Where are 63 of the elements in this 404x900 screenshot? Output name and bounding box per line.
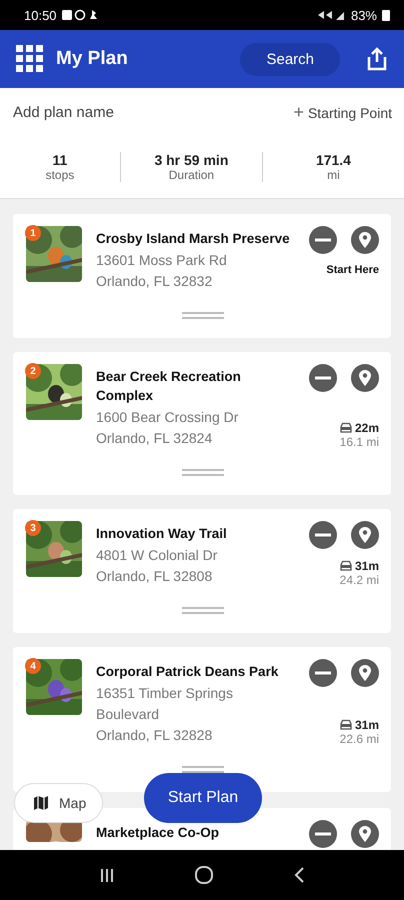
drag-handle-icon[interactable] <box>182 607 224 615</box>
start-here-label: Start Here <box>326 264 379 276</box>
stat-label: Duration <box>168 168 214 182</box>
stop-name: Marketplace Co-Op <box>96 824 220 842</box>
stop-name: Innovation Way Trail <box>96 525 228 543</box>
back-icon[interactable] <box>292 866 305 884</box>
remove-icon[interactable] <box>309 659 337 687</box>
stop-number-badge: 4 <box>25 658 41 674</box>
location-pin-icon[interactable] <box>351 364 379 392</box>
stop-card[interactable]: 3 Innovation Way Trail 4801 W Colonial Dr Orlando, FL 32808 31m 24.2 mi <box>13 509 391 633</box>
drive-time: 22m <box>354 421 379 435</box>
drive-time: 31m <box>354 559 379 573</box>
stop-address: 16351 Timber Springs Boulevard <box>96 684 234 724</box>
drag-handle-icon[interactable] <box>182 766 224 774</box>
remove-icon[interactable] <box>309 521 337 549</box>
remove-icon[interactable] <box>309 820 337 848</box>
stop-address: 4801 W Colonial Dr <box>96 546 218 565</box>
location-pin-icon[interactable] <box>351 226 379 254</box>
status-time: 10:50 <box>24 8 57 22</box>
stop-name: Crosby Island Marsh Preserve <box>96 230 291 248</box>
stop-address: Orlando, FL 32832 <box>96 272 214 291</box>
stop-address: Orlando, FL 32808 <box>96 567 214 586</box>
stat-value: 171.4 <box>316 152 351 168</box>
plan-name-field[interactable]: Add plan name <box>13 104 114 120</box>
menu-icon[interactable] <box>16 45 44 73</box>
page-title: My Plan <box>56 48 128 70</box>
remove-icon[interactable] <box>309 226 337 254</box>
stop-name: Corporal Patrick Deans Park <box>96 663 280 681</box>
stop-address: 13601 Moss Park Rd <box>96 251 228 270</box>
stop-number-badge: 3 <box>25 520 41 536</box>
start-plan-button[interactable]: Start Plan <box>144 773 262 823</box>
signal-icon <box>316 9 346 21</box>
map-button[interactable]: Map <box>14 783 104 823</box>
stop-card[interactable]: 1 Crosby Island Marsh Preserve 13601 Moss Park Rd Orlando, FL 32832 Start Here <box>13 214 391 338</box>
location-pin-icon[interactable] <box>351 820 379 848</box>
drive-distance: 16.1 mi <box>340 435 379 449</box>
drag-handle-icon[interactable] <box>182 469 224 477</box>
home-icon[interactable] <box>194 865 214 885</box>
drive-time: 31m <box>354 718 379 732</box>
battery-level: 83% <box>350 8 377 22</box>
stop-number-badge: 1 <box>25 225 41 241</box>
stop-name: Bear Creek Recreation Complex <box>96 368 242 405</box>
stop-address: Orlando, FL 32824 <box>96 429 214 448</box>
stop-number-badge: 2 <box>25 363 41 379</box>
stat-value: 11 <box>52 152 68 168</box>
location-pin-icon[interactable] <box>351 659 379 687</box>
stat-label: mi <box>327 168 340 182</box>
search-button[interactable]: Search <box>240 42 340 76</box>
drive-distance: 24.2 mi <box>340 573 379 587</box>
map-icon <box>33 795 49 811</box>
recent-apps-icon[interactable] <box>99 867 116 883</box>
stop-address: Orlando, FL 32828 <box>96 726 214 745</box>
stat-value: 3 hr 59 min <box>154 152 228 168</box>
remove-icon[interactable] <box>309 364 337 392</box>
stop-address: 1600 Bear Crossing Dr <box>96 408 240 427</box>
stop-card[interactable]: 2 Bear Creek Recreation Complex 1600 Bear Crossing Dr Orlando, FL 32824 22m 16.1 mi <box>13 352 391 495</box>
drag-handle-icon[interactable] <box>182 312 224 320</box>
starting-point-button[interactable]: + Starting Point <box>294 102 392 122</box>
battery-icon <box>382 9 390 21</box>
share-icon[interactable] <box>366 47 388 71</box>
location-pin-icon[interactable] <box>351 521 379 549</box>
drive-distance: 22.6 mi <box>340 732 379 746</box>
stat-label: stops <box>46 168 74 182</box>
